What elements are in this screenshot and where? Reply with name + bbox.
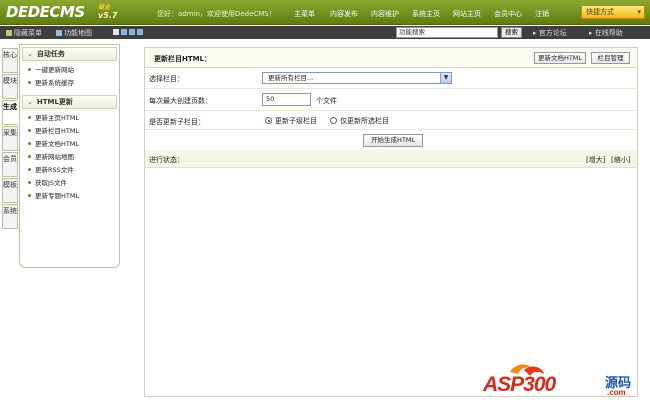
- shrink-button[interactable]: [缩小]: [611, 155, 630, 165]
- top-nav: 主菜单 内容发布 内容维护 系统主页 网站主页 会员中心 注销: [294, 9, 549, 19]
- tab-generate[interactable]: 生成: [2, 100, 18, 125]
- update-docs-button[interactable]: 更新文档HTML: [534, 52, 586, 64]
- section-title: 自动任务: [36, 50, 65, 58]
- sidebar-item-get-js[interactable]: 获取JS文件: [28, 177, 119, 190]
- nav-main-menu[interactable]: 主菜单: [294, 9, 315, 19]
- chevron-down-icon: ⌄: [27, 98, 33, 106]
- progress-header: 进行状态： [增大] [缩小]: [145, 150, 637, 168]
- watermark-domain: .com: [607, 388, 626, 397]
- tab-collect[interactable]: 采集: [2, 126, 18, 151]
- max-pages-label: 每次最大创建页数：: [149, 97, 212, 105]
- tab-core[interactable]: 核心: [2, 48, 18, 73]
- row-max-pages: 每次最大创建页数： 50 个文件: [145, 90, 637, 111]
- forum-label: 官方论坛: [538, 29, 567, 37]
- row-select-column: 选择栏目： 更新所有栏目... ▼: [145, 69, 637, 89]
- search-button[interactable]: 搜索: [501, 27, 522, 38]
- sidebar-item-update-topic[interactable]: 更新专题HTML: [28, 190, 119, 203]
- radio-label: 仅更新所选栏目: [340, 117, 389, 125]
- hide-menu-icon: [6, 30, 12, 36]
- section-auto-task[interactable]: ⌄ 自动任务: [22, 47, 117, 61]
- version-badge: 商业 v5.7: [98, 2, 117, 20]
- layout-icon-1[interactable]: [113, 29, 119, 35]
- max-pages-input[interactable]: 50: [262, 93, 311, 106]
- tab-member[interactable]: 会员: [2, 152, 18, 177]
- html-update-list: 更新主页HTML 更新栏目HTML 更新文档HTML 更新网站地图 更新RSS文…: [20, 109, 119, 206]
- start-generate-button[interactable]: 开始生成HTML: [363, 134, 423, 147]
- row-update-subcolumns: 是否更新子栏目： 更新子级栏目 仅更新所选栏目: [145, 112, 637, 130]
- hide-menu-label: 隐藏菜单: [14, 29, 42, 37]
- arrow-right-icon: ▸: [533, 29, 537, 37]
- site-map-label: 功能地图: [64, 29, 92, 37]
- nav-logout[interactable]: 注销: [535, 9, 549, 19]
- asp300-watermark: ASP300 源码 .com: [480, 360, 645, 403]
- pages-unit-label: 个文件: [316, 97, 337, 105]
- quick-menu-button[interactable]: 快捷方式 ▾: [581, 5, 645, 19]
- column-manage-button[interactable]: 栏目管理: [591, 52, 630, 64]
- official-forum-link[interactable]: ▸ 官方论坛: [533, 28, 567, 38]
- hide-menu-button[interactable]: 隐藏菜单: [6, 28, 42, 38]
- radio-update-subcolumns[interactable]: 更新子级栏目: [265, 116, 317, 126]
- nav-content-publish[interactable]: 内容发布: [330, 9, 358, 19]
- page-title: 更新栏目HTML：: [154, 55, 212, 63]
- top-header: DEDECMS 商业 v5.7 您好：admin，欢迎使用DedeCMS！ 主菜…: [0, 0, 650, 25]
- tab-module[interactable]: 模块: [2, 74, 18, 99]
- layout-icon-4[interactable]: [137, 29, 143, 35]
- tab-system[interactable]: 系统: [2, 204, 18, 229]
- sidebar-menu: ⌄ 自动任务 一键更新网站 更新系统缓存 ⌄ HTML更新 更新主页HTML 更新栏…: [19, 44, 120, 268]
- enlarge-button[interactable]: [增大]: [586, 155, 605, 165]
- layout-icon-2[interactable]: [121, 29, 127, 35]
- sidebar-item-update-columns[interactable]: 更新栏目HTML: [28, 125, 119, 138]
- chevron-down-icon: ▼: [440, 73, 451, 83]
- chevron-down-icon: ⌄: [27, 50, 33, 58]
- radio-only-selected[interactable]: 仅更新所选栏目: [330, 116, 389, 126]
- section-title: HTML更新: [36, 98, 73, 106]
- row-generate: 开始生成HTML: [145, 131, 637, 150]
- update-subcolumns-label: 是否更新子栏目：: [149, 118, 205, 126]
- dedecms-logo: DEDECMS: [6, 3, 85, 21]
- site-map-icon: [56, 30, 62, 36]
- layout-switcher: [113, 28, 145, 36]
- select-column-label: 选择栏目：: [149, 75, 184, 83]
- section-html-update[interactable]: ⌄ HTML更新: [22, 95, 117, 109]
- radio-label: 更新子级栏目: [275, 117, 317, 125]
- online-help-link[interactable]: ▸ 在线帮助: [589, 28, 623, 38]
- nav-member-center[interactable]: 会员中心: [494, 9, 522, 19]
- column-select-value: 更新所有栏目...: [268, 74, 314, 82]
- tab-template[interactable]: 模板: [2, 178, 18, 203]
- nav-site-home[interactable]: 网站主页: [453, 9, 481, 19]
- logo-badge: 商业: [98, 4, 111, 11]
- auto-task-list: 一键更新网站 更新系统缓存: [20, 61, 119, 93]
- sidebar-item-one-click-update[interactable]: 一键更新网站: [28, 64, 119, 77]
- sidebar-item-update-rss[interactable]: 更新RSS文件: [28, 164, 119, 177]
- quick-menu-label: 快捷方式: [586, 8, 614, 16]
- progress-label: 进行状态：: [149, 156, 184, 164]
- sidebar-item-update-docs[interactable]: 更新文档HTML: [28, 138, 119, 151]
- help-label: 在线帮助: [594, 29, 623, 37]
- sidebar-item-update-cache[interactable]: 更新系统缓存: [28, 77, 119, 90]
- welcome-text: 您好：admin，欢迎使用DedeCMS！: [157, 10, 276, 18]
- radio-unchecked-icon: [330, 117, 337, 124]
- nav-content-maintain[interactable]: 内容维护: [371, 9, 399, 19]
- watermark-text: ASP300: [483, 373, 556, 396]
- toolbar: 隐藏菜单 功能地图 功能搜索 搜索 ▸ 官方论坛 ▸ 在线帮助: [0, 26, 650, 39]
- column-select[interactable]: 更新所有栏目... ▼: [262, 72, 452, 84]
- layout-icon-3[interactable]: [129, 29, 135, 35]
- chevron-down-icon: ▾: [637, 8, 641, 16]
- site-map-button[interactable]: 功能地图: [56, 28, 92, 38]
- nav-system-home[interactable]: 系统主页: [412, 9, 440, 19]
- module-tabs: 核心 模块 生成 采集 会员 模板 系统: [2, 48, 18, 230]
- arrow-right-icon: ▸: [589, 29, 593, 37]
- sidebar-item-update-home[interactable]: 更新主页HTML: [28, 112, 119, 125]
- sidebar-item-update-sitemap[interactable]: 更新网站地图: [28, 151, 119, 164]
- main-panel: 更新栏目HTML： 更新文档HTML 栏目管理 选择栏目： 更新所有栏目... …: [144, 47, 638, 397]
- main-header: 更新栏目HTML： 更新文档HTML 栏目管理: [145, 48, 637, 68]
- function-search-input[interactable]: 功能搜索: [396, 27, 498, 38]
- radio-checked-icon: [265, 117, 272, 124]
- version-label: v5.7: [98, 11, 118, 20]
